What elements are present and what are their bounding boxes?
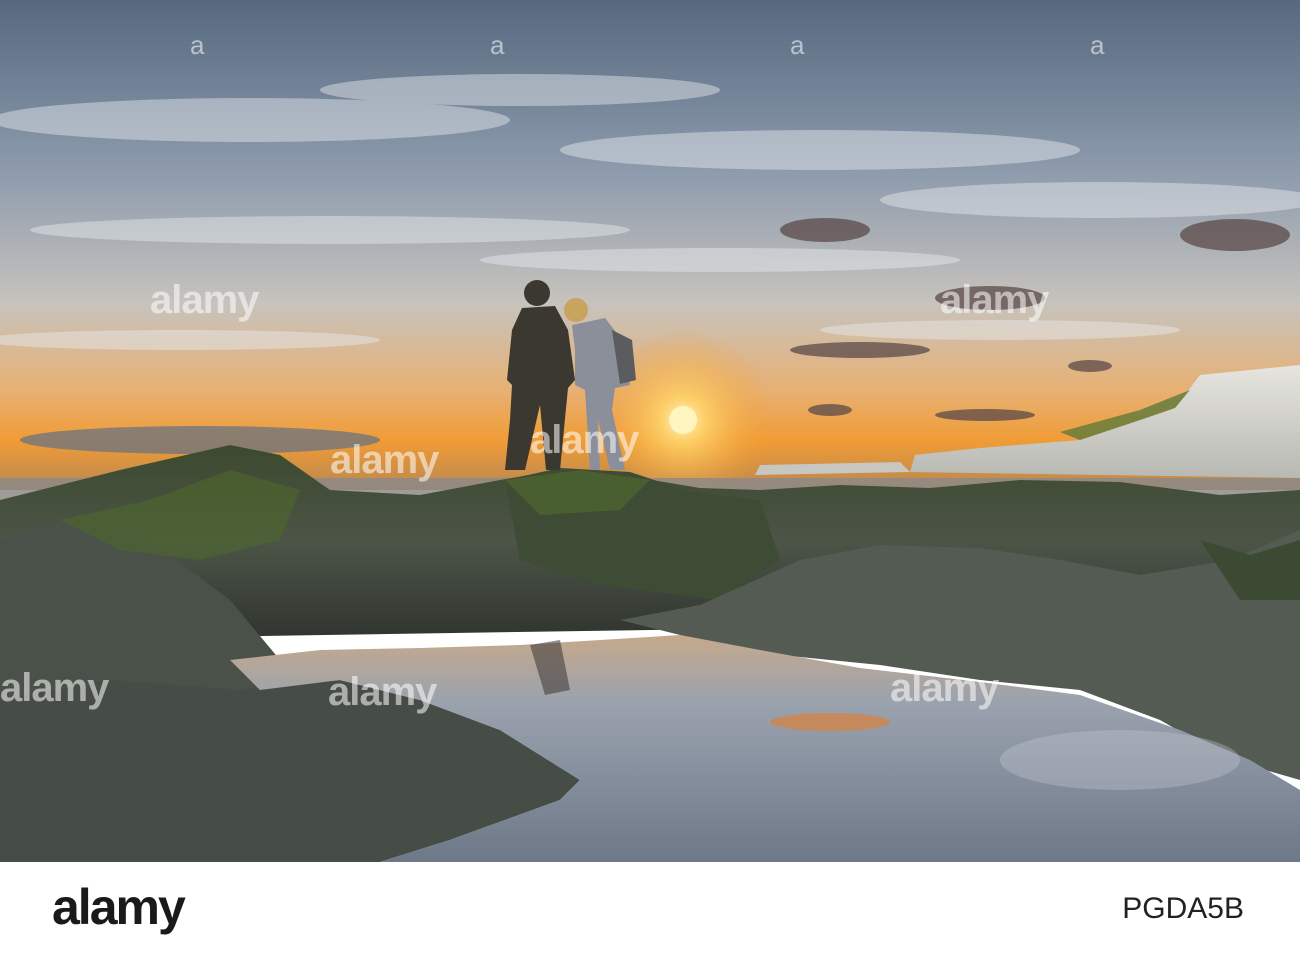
- photo: alamy alamy alamy alamy alamy alamy alam…: [0, 0, 1300, 862]
- watermark-text: alamy: [330, 438, 439, 482]
- footer-logo: alamy: [52, 879, 186, 935]
- watermark-glyph: a: [190, 30, 205, 60]
- sky-reflection: [1000, 730, 1240, 790]
- watermark-text: alamy: [0, 666, 109, 710]
- watermark-text: alamy: [150, 278, 259, 322]
- watermark-text: alamy: [890, 666, 999, 710]
- watermark-text: alamy: [530, 418, 639, 462]
- watermark-glyph: a: [790, 30, 805, 60]
- footer-image-id: PGDA5B: [1122, 892, 1244, 925]
- sun: [669, 406, 697, 434]
- beach-sunset-scene: [0, 0, 1300, 862]
- watermark-text: alamy: [328, 670, 437, 714]
- footer-bar: alamy PGDA5B: [0, 862, 1300, 953]
- cloud-reflection: [770, 713, 890, 731]
- watermark-glyph: a: [490, 30, 505, 60]
- watermark-text: alamy: [940, 278, 1049, 322]
- watermark-glyph: a: [1090, 30, 1105, 60]
